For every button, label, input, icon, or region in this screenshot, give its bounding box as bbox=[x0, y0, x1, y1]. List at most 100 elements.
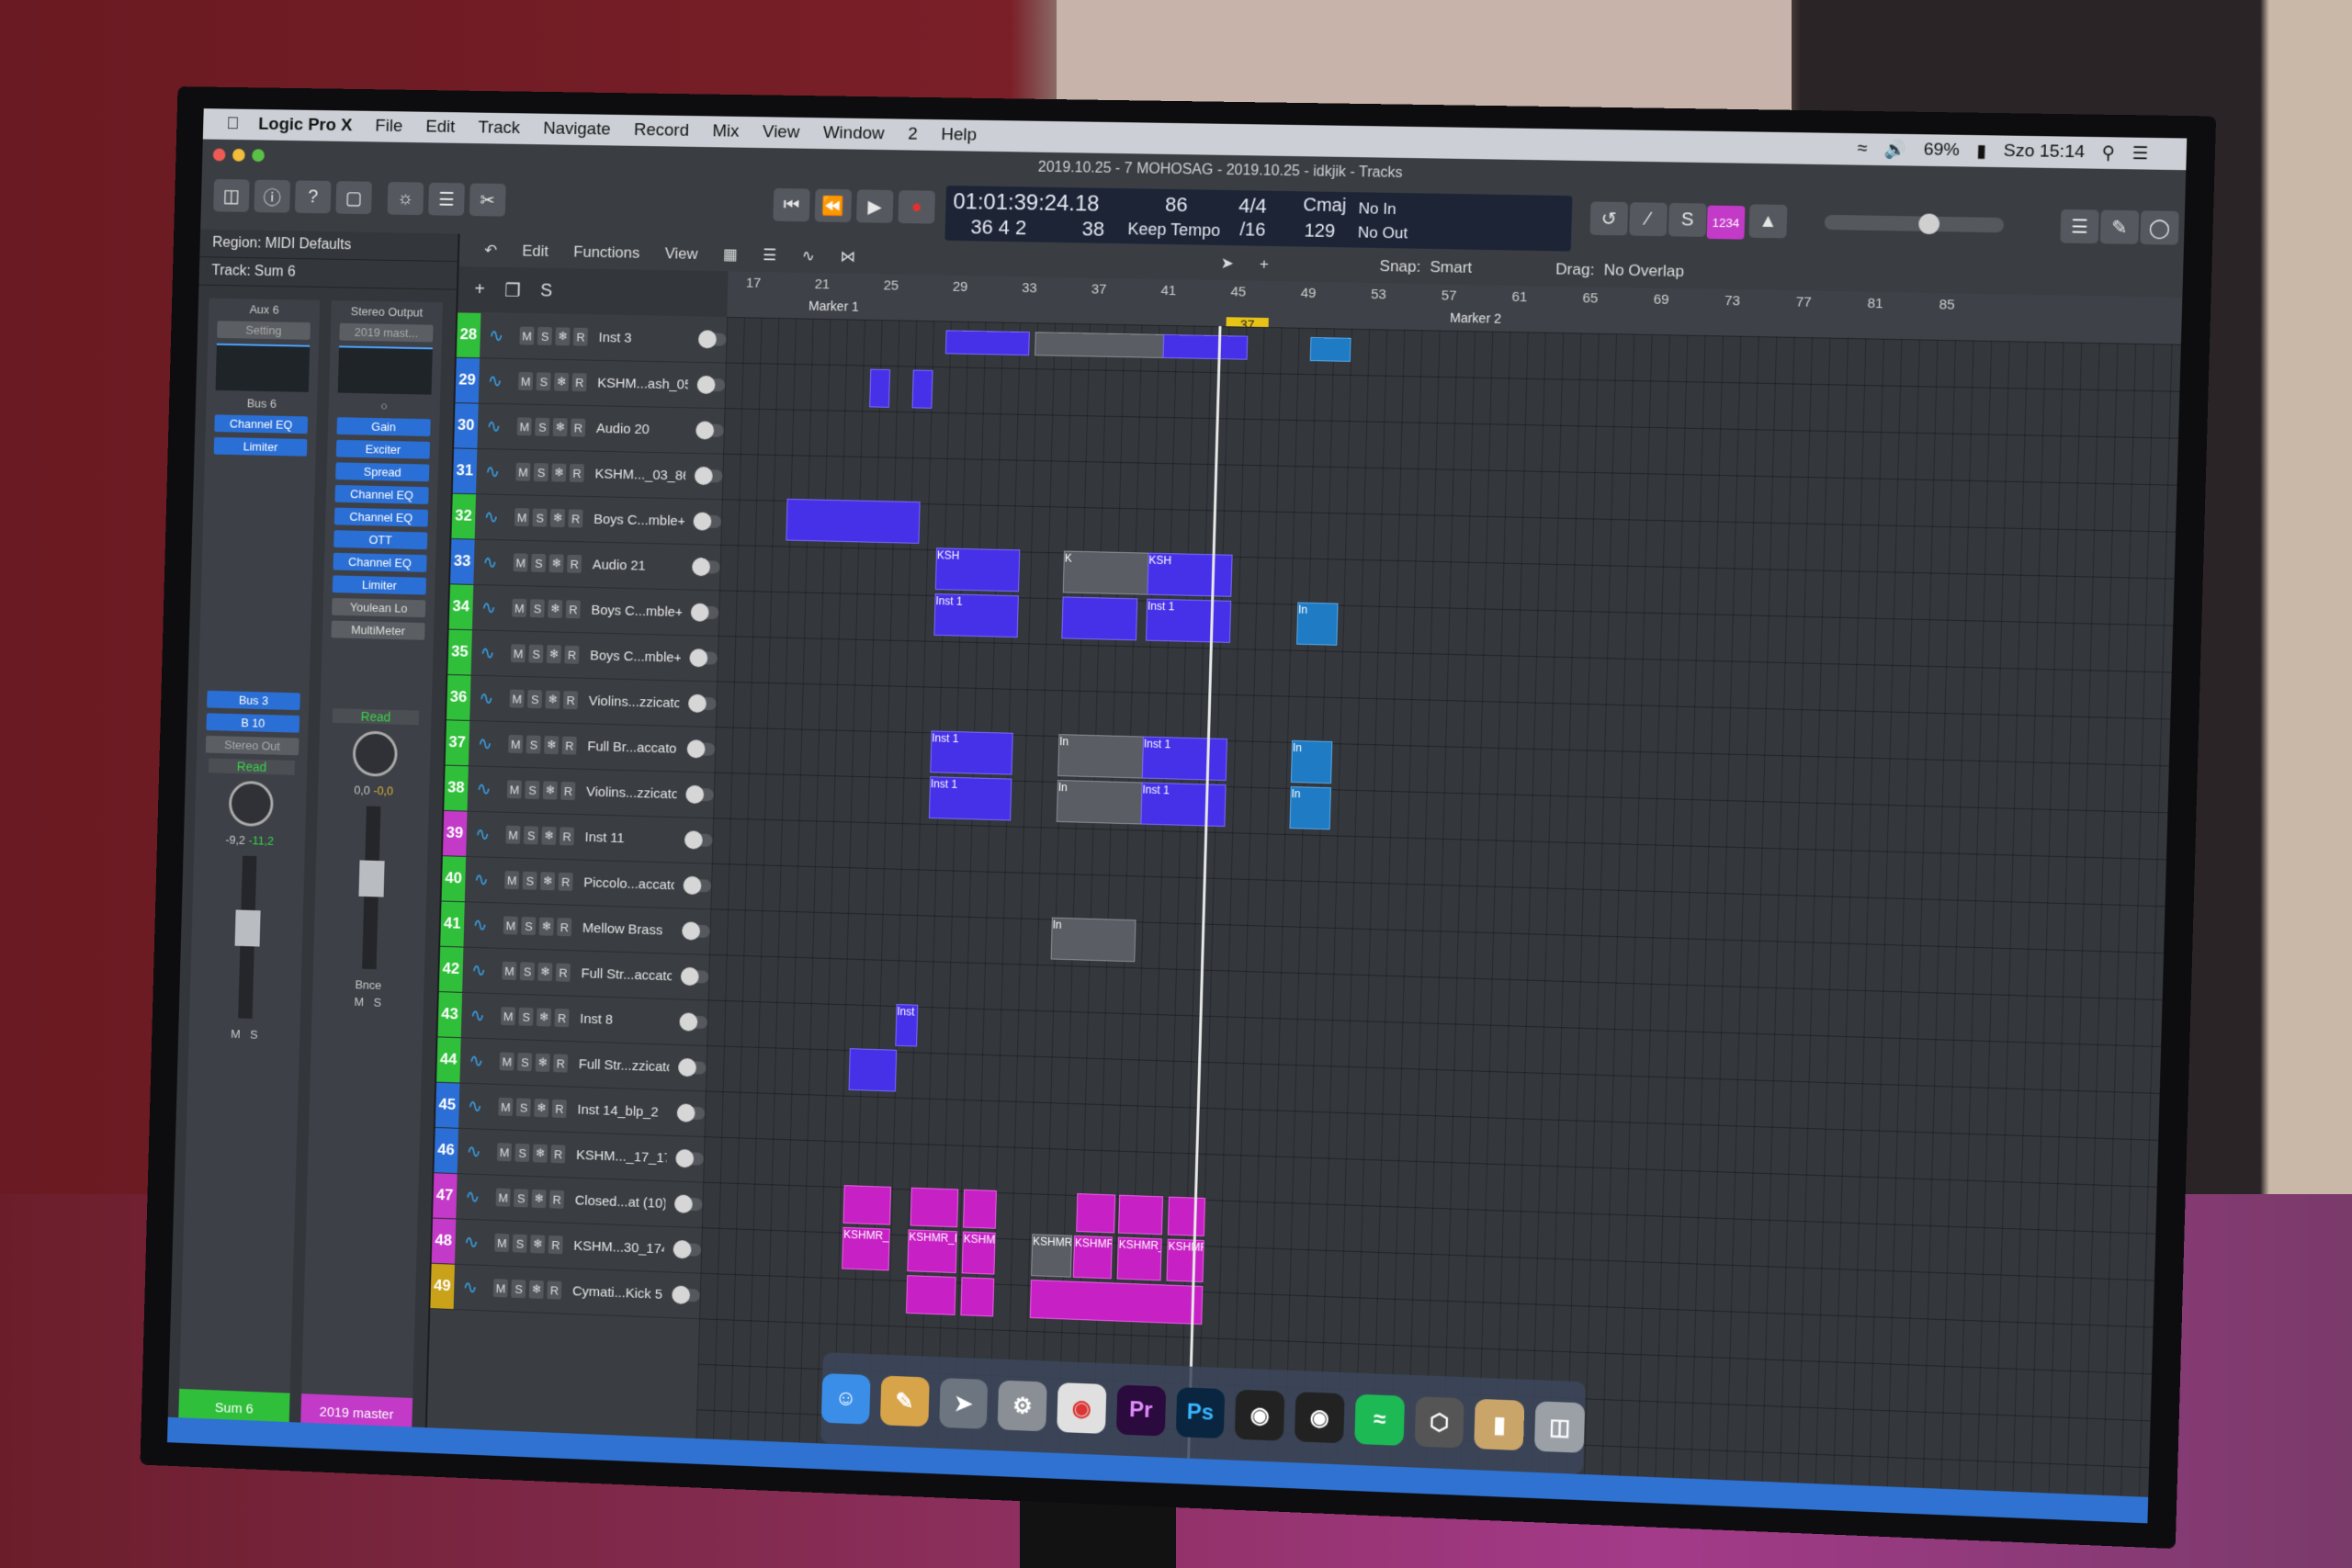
track-name[interactable]: KSHM..._17_174 bbox=[576, 1147, 667, 1166]
finder-icon[interactable]: ☺ bbox=[820, 1373, 871, 1425]
track-name[interactable]: Piccolo...accato bbox=[583, 874, 674, 893]
track-on-toggle[interactable] bbox=[672, 1288, 700, 1303]
track-name[interactable]: Boys C...mble+ bbox=[591, 602, 682, 619]
master-volume-slider[interactable] bbox=[1824, 214, 2005, 233]
plugin-slot[interactable]: Limiter bbox=[332, 575, 426, 595]
list-icon[interactable]: ☰ bbox=[763, 246, 777, 265]
search-icon[interactable]: ⚲ bbox=[2101, 142, 2115, 164]
record-enable-button[interactable]: R bbox=[563, 691, 579, 710]
freeze-button[interactable]: ❄ bbox=[554, 372, 570, 391]
metronome-button[interactable]: ▲ bbox=[1748, 204, 1788, 239]
record-enable-button[interactable]: R bbox=[565, 600, 582, 619]
region[interactable]: KSHMR bbox=[1166, 1238, 1204, 1283]
plugin-slot[interactable]: Spread bbox=[335, 462, 430, 482]
solo-button[interactable]: S bbox=[531, 553, 547, 573]
region[interactable]: In bbox=[1050, 917, 1136, 963]
mute-button[interactable]: M bbox=[518, 371, 534, 390]
track-name[interactable]: Audio 20 bbox=[596, 421, 687, 438]
solo-button[interactable]: S bbox=[532, 508, 548, 527]
region[interactable]: KSHMR_Hi bbox=[907, 1229, 958, 1274]
track-on-toggle[interactable] bbox=[696, 378, 726, 392]
plugin-slot[interactable]: Channel EQ bbox=[333, 552, 427, 572]
region[interactable] bbox=[944, 330, 1030, 356]
toolbar-button[interactable]: ▢ bbox=[335, 181, 373, 215]
record-enable-button[interactable]: R bbox=[560, 781, 576, 801]
region[interactable]: In bbox=[1289, 785, 1331, 830]
tuner-button[interactable]: ∕ bbox=[1629, 202, 1668, 237]
record-enable-button[interactable]: R bbox=[564, 645, 580, 664]
solo-button[interactable]: S bbox=[512, 1234, 527, 1253]
plugin-slot[interactable]: Exciter bbox=[335, 439, 431, 459]
track-on-toggle[interactable] bbox=[689, 651, 718, 665]
region[interactable] bbox=[960, 1277, 995, 1317]
plugin-slot[interactable]: OTT bbox=[334, 530, 428, 550]
track-name[interactable]: Full Str...accato bbox=[581, 965, 672, 984]
freeze-button[interactable]: ❄ bbox=[548, 554, 564, 573]
menu-track[interactable]: Track bbox=[478, 118, 520, 139]
region[interactable]: Inst bbox=[895, 1004, 919, 1047]
region[interactable] bbox=[1118, 1194, 1164, 1235]
freeze-button[interactable]: ❄ bbox=[551, 463, 567, 482]
eq-thumbnail[interactable] bbox=[215, 343, 311, 392]
record-enable-button[interactable]: R bbox=[568, 509, 583, 528]
grid-icon[interactable]: ▦ bbox=[723, 245, 738, 264]
flex-icon[interactable]: ⋈ bbox=[840, 248, 855, 266]
solo-button[interactable]: S bbox=[521, 916, 537, 936]
mute-button[interactable]: M bbox=[504, 871, 520, 890]
freeze-button[interactable]: ❄ bbox=[547, 645, 562, 664]
solo-button[interactable]: S bbox=[526, 735, 541, 754]
plugin-slot[interactable]: Channel EQ bbox=[334, 507, 429, 527]
track-name[interactable]: Boys C...mble+ bbox=[590, 648, 681, 665]
track-on-toggle[interactable] bbox=[694, 468, 723, 483]
track-name[interactable]: Cymati...Kick 5 bbox=[572, 1283, 663, 1303]
send-slot[interactable]: B 10 bbox=[206, 713, 300, 733]
region[interactable] bbox=[910, 1187, 959, 1228]
solo-button[interactable]: S bbox=[520, 962, 536, 981]
track-name[interactable]: Violins...zzicato bbox=[586, 784, 677, 802]
mute-button[interactable]: M bbox=[512, 598, 527, 617]
region[interactable]: KSHMR_Hip bbox=[842, 1226, 890, 1271]
automation-mode[interactable]: Read bbox=[208, 758, 295, 775]
minimize-icon[interactable] bbox=[232, 148, 245, 162]
track-name[interactable]: Mellow Brass bbox=[582, 919, 673, 938]
freeze-button[interactable]: ❄ bbox=[533, 1144, 548, 1163]
region[interactable] bbox=[869, 368, 891, 408]
region[interactable]: In bbox=[1057, 734, 1146, 779]
add-track-icon[interactable]: + bbox=[474, 279, 485, 300]
apple-icon[interactable]:  bbox=[226, 114, 239, 134]
send-slot[interactable]: Bus 3 bbox=[207, 690, 300, 711]
mute-button[interactable]: M bbox=[502, 961, 517, 980]
solo-icon[interactable]: S bbox=[540, 280, 553, 301]
rewind-button[interactable]: ⏮ bbox=[773, 187, 810, 222]
volume-fader[interactable] bbox=[361, 806, 380, 970]
region[interactable] bbox=[911, 369, 933, 409]
track-on-toggle[interactable] bbox=[687, 696, 717, 711]
menu-app-name[interactable]: Logic Pro X bbox=[258, 115, 353, 136]
region-header[interactable]: Region: MIDI Defaults bbox=[199, 229, 458, 263]
solo-button[interactable]: S bbox=[514, 1143, 530, 1163]
track-on-toggle[interactable] bbox=[676, 1106, 706, 1121]
solo-button[interactable]: S bbox=[522, 871, 537, 890]
region[interactable] bbox=[786, 498, 921, 544]
track-name[interactable]: Full Str...zzicato bbox=[579, 1056, 670, 1075]
bounce-button[interactable]: Bnce bbox=[312, 976, 424, 994]
plugin-slot[interactable]: Channel EQ bbox=[214, 414, 309, 434]
track-name[interactable]: Violins...zzicato bbox=[589, 693, 680, 710]
mute-button[interactable]: M bbox=[509, 689, 525, 708]
track-on-toggle[interactable] bbox=[675, 1151, 705, 1166]
automation-mode[interactable]: Read bbox=[332, 708, 420, 726]
duplicate-track-icon[interactable]: ❐ bbox=[504, 278, 521, 301]
eq-thumbnail[interactable] bbox=[337, 345, 433, 395]
track-header[interactable]: 33 ∿ M S ❄ R Audio 21 bbox=[450, 538, 721, 592]
freeze-button[interactable]: ❄ bbox=[530, 1235, 546, 1254]
region[interactable]: Inst 1 bbox=[1141, 736, 1228, 782]
region[interactable] bbox=[1162, 333, 1249, 360]
region[interactable]: Inst 1 bbox=[1140, 782, 1227, 828]
track-name[interactable]: Boys C...mble+ bbox=[594, 511, 684, 528]
notepad-button[interactable]: ✎ bbox=[2099, 209, 2140, 244]
mute-button[interactable]: M bbox=[508, 734, 524, 754]
solo-button[interactable]: S bbox=[514, 1189, 529, 1208]
track-name[interactable]: Inst 8 bbox=[580, 1010, 671, 1029]
track-header[interactable]: 36 ∿ M S ❄ R Violins...zzicato bbox=[446, 673, 718, 728]
app-icon[interactable]: ⬡ bbox=[1414, 1396, 1465, 1449]
